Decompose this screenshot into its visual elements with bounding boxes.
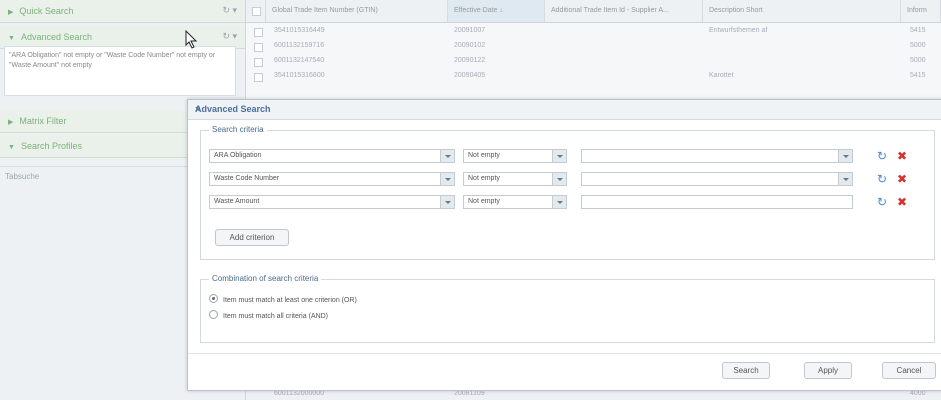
search-criteria-legend: Search criteria xyxy=(209,125,267,134)
table-row[interactable]: 6001132147540 20090122 5000 xyxy=(246,55,941,68)
mouse-cursor-icon xyxy=(185,30,198,49)
dropdown-arrow-icon[interactable] xyxy=(440,173,454,185)
criterion-operator-select[interactable]: Not empty xyxy=(463,172,567,186)
dropdown-arrow-icon[interactable] xyxy=(552,173,566,185)
option-and-label: Item must match all criteria (AND) xyxy=(223,313,329,320)
refresh-icon[interactable]: ↻ xyxy=(875,149,889,163)
dropdown-arrow-icon[interactable] xyxy=(440,196,454,208)
remove-icon[interactable]: ✖ xyxy=(895,195,909,209)
cell-gtin: 3541015316600 xyxy=(274,72,325,79)
row-checkbox[interactable] xyxy=(254,28,263,37)
refresh-icon[interactable]: ↻ xyxy=(875,172,889,186)
add-criterion-button[interactable]: Add criterion xyxy=(215,229,289,246)
combination-legend: Combination of search criteria xyxy=(209,274,322,283)
criterion-field-select[interactable]: Waste Code Number xyxy=(209,172,455,186)
column-description[interactable]: Description Short xyxy=(703,0,901,22)
dialog-titlebar[interactable]: Advanced Search × xyxy=(188,100,941,120)
expand-arrow-icon: ▶ xyxy=(8,119,14,126)
cell-gtin: 6001132147540 xyxy=(274,57,325,64)
operator-value: Not empty xyxy=(468,198,500,205)
criterion-field-select[interactable]: Waste Amount xyxy=(209,195,455,209)
collapse-arrow-icon: ▼ xyxy=(8,144,15,151)
refresh-icon[interactable]: ↻ ▾ xyxy=(222,31,237,42)
remove-icon[interactable]: ✖ xyxy=(895,172,909,186)
criterion-value-input[interactable] xyxy=(581,172,853,186)
column-effective-date[interactable]: Effective Date ↓ xyxy=(448,0,545,22)
cell-description: Entwurfsthemen af xyxy=(709,27,768,34)
cell-gtin: 6001132159716 xyxy=(274,42,325,49)
criterion-value-input[interactable] xyxy=(581,195,853,209)
dropdown-arrow-icon[interactable] xyxy=(552,150,566,162)
footer-divider xyxy=(188,353,941,354)
operator-value: Not empty xyxy=(468,152,500,159)
operator-value: Not empty xyxy=(468,175,500,182)
cell-info: 4000 xyxy=(910,390,926,397)
refresh-icon[interactable]: ↻ xyxy=(875,195,889,209)
grid-header: Global Trade Item Number (GTIN) Effectiv… xyxy=(246,0,941,23)
quick-search-input[interactable]: Tabsuche xyxy=(5,172,39,181)
cell-date: 20090122 xyxy=(454,57,486,64)
dropdown-arrow-icon[interactable] xyxy=(552,196,566,208)
cell-date: 20090102 xyxy=(454,42,486,49)
table-row[interactable]: 3541015316600 20090405 Karottet 5415 xyxy=(246,70,941,83)
search-button[interactable]: Search xyxy=(722,362,770,379)
apply-button[interactable]: Apply xyxy=(804,362,852,379)
radio-or[interactable] xyxy=(209,294,218,303)
column-additional-id[interactable]: Additional Trade Item Id - Supplier A... xyxy=(545,0,703,22)
field-value: Waste Amount xyxy=(214,198,260,205)
option-or-label: Item must match at least one criterion (… xyxy=(223,297,357,304)
dropdown-arrow-icon[interactable] xyxy=(838,150,852,162)
criteria-summary: "ARA Obligation" not empty or "Waste Cod… xyxy=(4,46,236,96)
criterion-operator-select[interactable]: Not empty xyxy=(463,149,567,163)
criterion-operator-select[interactable]: Not empty xyxy=(463,195,567,209)
row-checkbox[interactable] xyxy=(254,58,263,67)
dropdown-arrow-icon[interactable] xyxy=(838,173,852,185)
close-icon[interactable]: × xyxy=(195,104,936,114)
cell-info: 5415 xyxy=(910,72,926,79)
cell-info: 5415 xyxy=(910,27,926,34)
matrix-filter-label: Matrix Filter xyxy=(19,116,67,126)
cell-info: 5000 xyxy=(910,42,926,49)
table-row[interactable]: 3541015316449 20091007 Entwurfsthemen af 54… xyxy=(246,25,941,38)
field-value: Waste Code Number xyxy=(214,175,280,182)
advanced-search-dialog: Advanced Search × Search criteria ARA Ob… xyxy=(187,99,941,391)
cell-gtin: 3541015316449 xyxy=(274,27,325,34)
refresh-icon[interactable]: ↻ ▾ xyxy=(222,5,237,16)
dropdown-arrow-icon[interactable] xyxy=(440,150,454,162)
option-or[interactable]: Item must match at least one criterion (… xyxy=(209,294,357,304)
search-profiles-label: Search Profiles xyxy=(20,141,82,151)
quick-search-label: Quick Search xyxy=(19,6,74,16)
cell-date: 20090405 xyxy=(454,72,486,79)
row-checkbox[interactable] xyxy=(254,43,263,52)
select-all-header[interactable] xyxy=(246,0,266,22)
collapse-arrow-icon: ▼ xyxy=(8,35,15,42)
advanced-search-label: Advanced Search xyxy=(20,32,92,42)
cell-description: Karottet xyxy=(709,72,734,79)
column-info[interactable]: Inform xyxy=(901,0,941,22)
quick-search-header[interactable]: ▶ Quick Search ↻ ▾ xyxy=(0,0,245,23)
column-gtin[interactable]: Global Trade Item Number (GTIN) xyxy=(266,0,448,22)
row-checkbox[interactable] xyxy=(254,73,263,82)
cell-gtin: 6001132000000 xyxy=(274,390,325,397)
cancel-button[interactable]: Cancel xyxy=(882,362,936,379)
cell-date: 20081109 xyxy=(454,390,485,397)
radio-and[interactable] xyxy=(209,310,218,319)
cell-date: 20091007 xyxy=(454,27,486,34)
expand-arrow-icon: ▶ xyxy=(8,9,14,16)
criterion-field-select[interactable]: ARA Obligation xyxy=(209,149,455,163)
criterion-value-input[interactable] xyxy=(581,149,853,163)
option-and[interactable]: Item must match all criteria (AND) xyxy=(209,310,328,320)
cell-info: 5000 xyxy=(910,57,926,64)
combination-group: Combination of search criteria Item must… xyxy=(200,274,935,343)
remove-icon[interactable]: ✖ xyxy=(895,149,909,163)
field-value: ARA Obligation xyxy=(214,152,262,159)
table-row[interactable]: 6001132159716 20090102 5000 xyxy=(246,40,941,53)
search-criteria-group: Search criteria ARA Obligation Not empty ↻… xyxy=(200,125,935,260)
